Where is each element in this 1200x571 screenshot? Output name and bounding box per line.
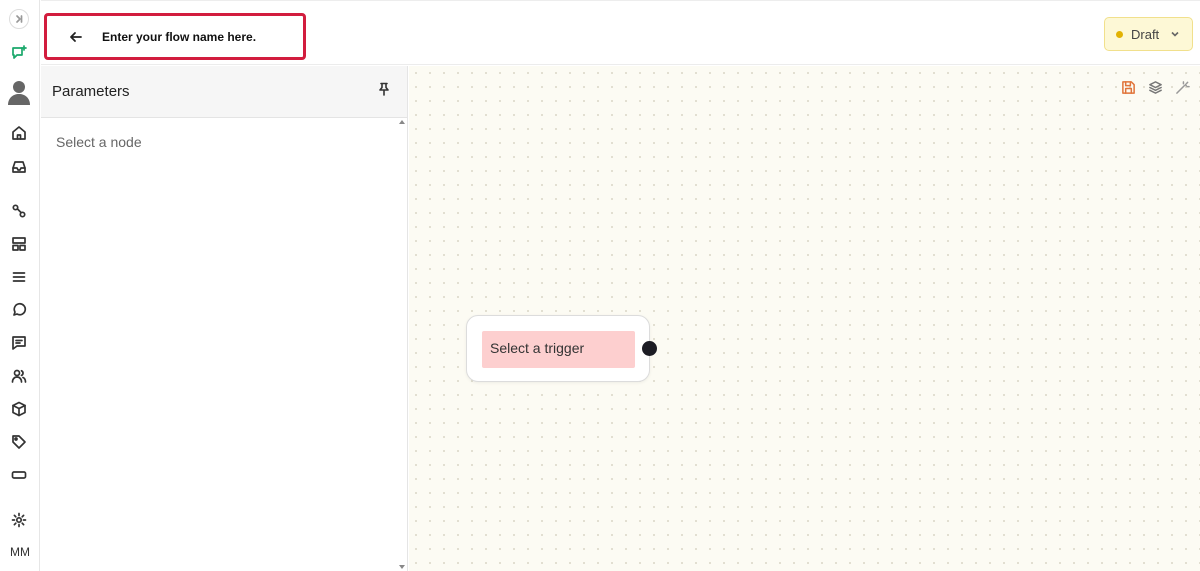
- save-icon[interactable]: [1121, 80, 1136, 100]
- parameters-empty-text: Select a node: [56, 134, 142, 150]
- canvas-toolbar: [1121, 80, 1190, 100]
- settings-icon[interactable]: [8, 509, 30, 531]
- parameters-panel: Parameters Select a node: [41, 66, 408, 571]
- status-dropdown[interactable]: Draft: [1104, 17, 1193, 51]
- parameters-header: Parameters: [41, 66, 407, 118]
- trigger-label[interactable]: Select a trigger: [482, 331, 635, 368]
- collapse-icon[interactable]: [9, 9, 29, 29]
- flow-chat-icon[interactable]: [8, 42, 30, 64]
- flow-name-input[interactable]: [102, 29, 292, 44]
- app-root: MM Draft Parameters Select a node: [0, 0, 1200, 571]
- icon-sidebar: MM: [0, 0, 40, 571]
- layers-icon[interactable]: [1148, 80, 1163, 100]
- menu-icon[interactable]: [8, 266, 30, 288]
- status-dot: [1116, 30, 1123, 38]
- inbox-icon[interactable]: [8, 156, 30, 178]
- workflow-icon[interactable]: [8, 200, 30, 222]
- node-output-handle[interactable]: [642, 341, 657, 356]
- users-icon[interactable]: [8, 365, 30, 387]
- trigger-node[interactable]: Select a trigger: [466, 315, 657, 382]
- user-initials[interactable]: MM: [0, 545, 40, 559]
- scroll-down-arrow[interactable]: [399, 565, 405, 569]
- parameters-title: Parameters: [52, 83, 130, 100]
- flow-canvas[interactable]: Select a trigger: [409, 66, 1200, 571]
- chat-icon[interactable]: [8, 299, 30, 321]
- package-icon[interactable]: [8, 398, 30, 420]
- flow-header: Draft: [41, 0, 1200, 65]
- status-label: Draft: [1131, 26, 1160, 42]
- chevron-down-icon: [1169, 28, 1181, 40]
- avatar[interactable]: [5, 78, 33, 106]
- home-icon[interactable]: [8, 122, 30, 144]
- layout-icon[interactable]: [8, 233, 30, 255]
- back-arrow-icon[interactable]: [68, 29, 84, 45]
- tag-icon[interactable]: [8, 431, 30, 453]
- message-icon[interactable]: [8, 332, 30, 354]
- flow-name-highlight: [44, 13, 306, 60]
- pin-icon[interactable]: [377, 82, 391, 101]
- rectangle-icon[interactable]: [8, 464, 30, 486]
- magic-wand-icon[interactable]: [1175, 80, 1190, 100]
- scroll-up-arrow[interactable]: [399, 120, 405, 124]
